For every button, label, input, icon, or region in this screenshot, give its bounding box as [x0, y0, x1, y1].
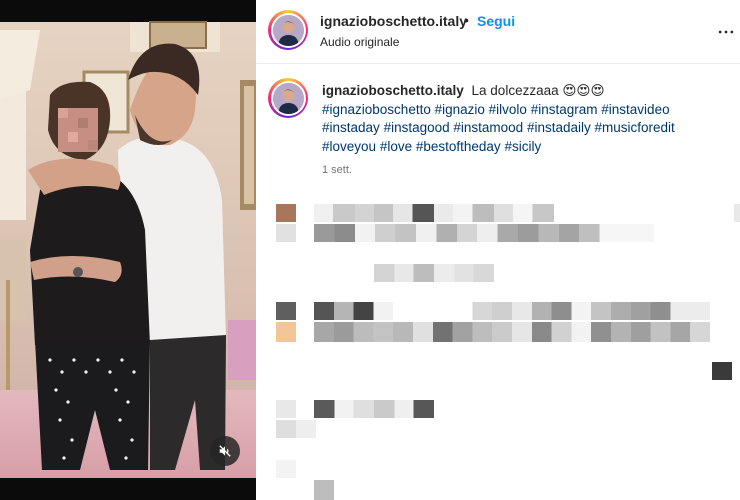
audio-label[interactable]: Audio originale [320, 35, 399, 49]
more-horizontal-icon[interactable] [716, 22, 736, 42]
redacted-avatar [276, 400, 296, 418]
redacted-avatar [276, 204, 296, 222]
post-details-panel: ignazioboschetto.italy • Segui Audio ori… [256, 0, 740, 500]
redacted-action [734, 204, 740, 222]
hashtag-link[interactable]: #ignazioboschetto [322, 102, 431, 117]
redacted-comment-text [314, 480, 334, 500]
hashtag-link[interactable]: #instagram [531, 102, 598, 117]
hashtag-link[interactable]: #loveyou [322, 139, 376, 154]
follow-button[interactable]: Segui [477, 13, 515, 29]
hashtag-link[interactable]: #ilvolo [489, 102, 527, 117]
hashtag-link[interactable]: #bestoftheday [416, 139, 501, 154]
hashtag-link[interactable]: #instagood [384, 120, 450, 135]
author-avatar[interactable] [268, 10, 308, 50]
post-header: ignazioboschetto.italy • Segui Audio ori… [256, 0, 740, 64]
muted-speaker-icon [219, 445, 231, 457]
hashtag-link[interactable]: #instaday [322, 120, 380, 135]
redacted-avatar [276, 302, 296, 320]
hashtag-link[interactable]: #instadaily [527, 120, 591, 135]
redacted-action [712, 362, 732, 380]
hashtag-link[interactable]: #instamood [453, 120, 523, 135]
hashtag-link[interactable]: #sicily [504, 139, 541, 154]
hashtag-link[interactable]: #love [380, 139, 412, 154]
post-caption: ignazioboschetto.italy La dolcezzaaa 😍😍😍… [322, 82, 722, 156]
hashtag-link[interactable]: #ignazio [435, 102, 485, 117]
hashtag-link[interactable]: #musicforedit [595, 120, 675, 135]
hashtag-link[interactable]: #instavideo [601, 102, 669, 117]
redacted-avatar [276, 322, 296, 342]
redacted-comment-text [314, 322, 710, 342]
caption-username[interactable]: ignazioboschetto.italy [322, 83, 464, 98]
redacted-avatar [276, 420, 316, 438]
redacted-comment-text [314, 400, 434, 418]
redacted-comment-text [314, 302, 710, 320]
post-video-frame [0, 0, 256, 500]
author-username[interactable]: ignazioboschetto.italy [320, 13, 467, 29]
redacted-comment-text [314, 204, 554, 222]
caption-text: La dolcezzaaa 😍😍😍 [471, 83, 605, 98]
caption-author-avatar[interactable] [268, 78, 308, 118]
post-timestamp[interactable]: 1 sett. [322, 164, 352, 176]
redacted-comment-text [314, 224, 654, 242]
mute-toggle-button[interactable] [210, 436, 240, 466]
redacted-reply-text [374, 264, 494, 282]
separator-dot: • [464, 12, 469, 28]
hashtag-list: #ignazioboschetto #ignazio #ilvolo #inst… [322, 101, 722, 157]
redacted-avatar [276, 224, 296, 242]
post-media[interactable] [0, 0, 256, 500]
redacted-avatar [276, 460, 296, 478]
